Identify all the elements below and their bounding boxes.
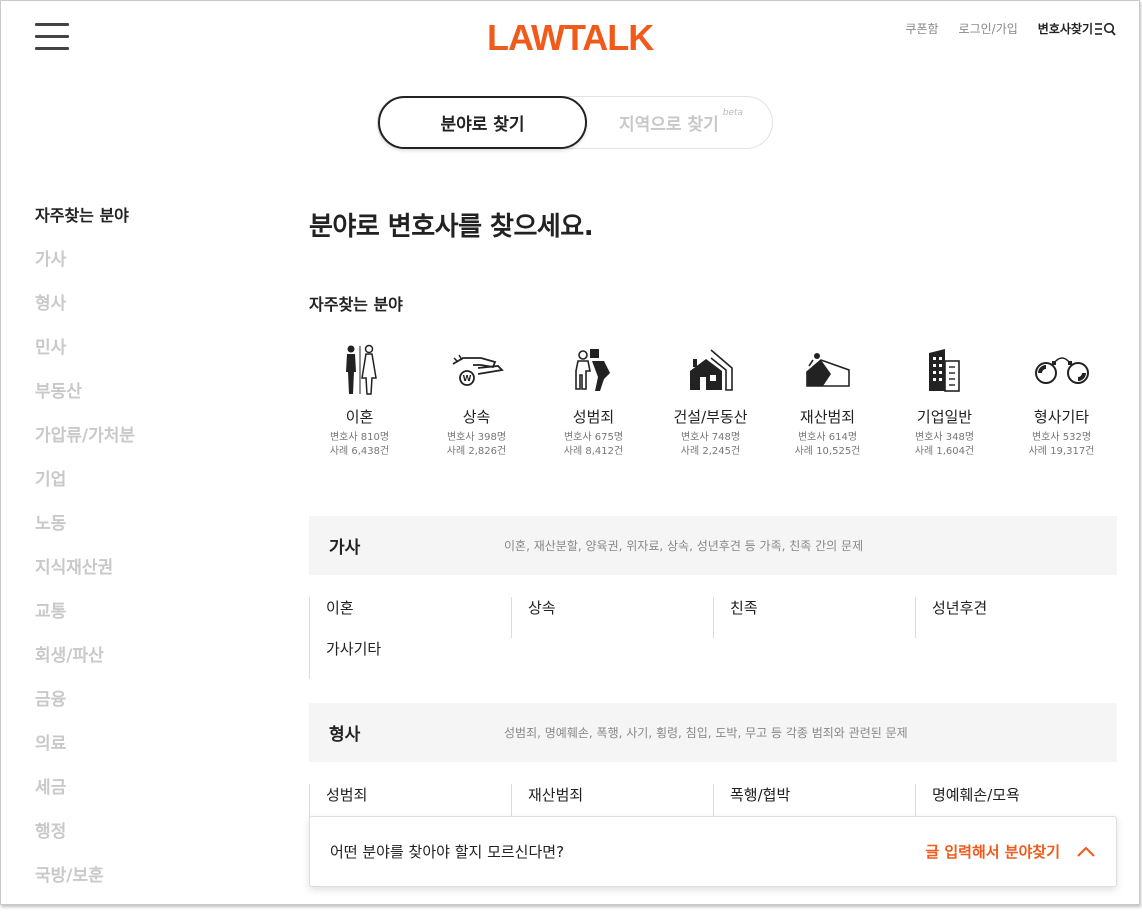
subcategory-family-etc[interactable]: 가사기타 <box>309 638 511 679</box>
region-search-label: 지역으로 찾기 <box>618 115 719 135</box>
frequent-item-corporate[interactable]: 기업일반 변호사 348명 사례 1,604건 <box>886 344 1003 459</box>
frequent-item-lawyers: 변호사 748명 <box>680 432 741 443</box>
frequent-item-property-crime[interactable]: 재산범죄 변호사 614명 사례 10,525건 <box>769 344 886 459</box>
sidebar-item-criminal[interactable]: 형사 <box>35 293 235 337</box>
sidebar-item-tax[interactable]: 세금 <box>35 777 235 821</box>
sidebar-item-corporate[interactable]: 기업 <box>35 469 235 513</box>
building-icon <box>915 344 975 396</box>
inheritance-icon: W <box>447 344 507 396</box>
find-lawyer-link[interactable]: 변호사찾기 <box>1038 20 1117 37</box>
frequent-item-cases: 사례 10,525건 <box>794 446 861 457</box>
beta-badge: beta <box>722 107 744 118</box>
menu-icon[interactable] <box>35 23 69 51</box>
chevron-up-icon <box>1077 846 1095 857</box>
frequent-item-name: 기업일반 <box>916 408 973 426</box>
handcuffs-icon <box>1032 344 1092 396</box>
frequent-item-lawyers: 변호사 348명 <box>914 432 975 443</box>
sidebar-item-civil[interactable]: 민사 <box>35 337 235 381</box>
search-list-icon <box>1095 22 1116 36</box>
frequent-item-sex-crime[interactable]: 성범죄 변호사 675명 사례 8,412건 <box>535 344 652 459</box>
frequent-fields: 이혼 변호사 810명 사례 6,438건 W 상속 변호사 398명 사례 2… <box>301 344 1121 459</box>
help-question: 어떤 분야를 찾아야 할지 모르신다면? <box>330 843 565 861</box>
property-crime-icon <box>798 344 858 396</box>
app-window: LAWTALK 쿠폰함 로그인/가입 변호사찾기 분야로 찾기 지역으로 찾기 … <box>0 0 1140 905</box>
sidebar-item-medical[interactable]: 의료 <box>35 733 235 777</box>
sidebar-item-family[interactable]: 가사 <box>35 249 235 293</box>
frequent-item-inheritance[interactable]: W 상속 변호사 398명 사례 2,826건 <box>418 344 535 459</box>
logo[interactable]: LAWTALK <box>487 17 654 59</box>
frequent-item-name: 재산범죄 <box>799 408 856 426</box>
frequent-item-construction[interactable]: 건설/부동산 변호사 748명 사례 2,245건 <box>652 344 769 459</box>
sidebar-item-ip[interactable]: 지식재산권 <box>35 557 235 601</box>
top-links: 쿠폰함 로그인/가입 변호사찾기 <box>905 20 1117 37</box>
region-search-tab[interactable]: 지역으로 찾기 beta <box>588 97 774 148</box>
frequent-item-divorce[interactable]: 이혼 변호사 810명 사례 6,438건 <box>301 344 418 459</box>
section-header-criminal[interactable]: 형사 성범죄, 명예훼손, 폭행, 사기, 횡령, 침입, 도박, 무고 등 각… <box>309 703 1117 762</box>
find-field-bar[interactable]: 어떤 분야를 찾아야 할지 모르신다면? 글 입력해서 분야찾기 <box>309 816 1117 887</box>
frequent-item-cases: 사례 1,604건 <box>914 446 975 457</box>
sidebar-item-defense[interactable]: 국방/보훈 <box>35 865 235 904</box>
divorce-icon <box>330 344 390 396</box>
section-title: 형사 <box>329 725 361 745</box>
subcategory-inheritance[interactable]: 상속 <box>511 597 713 638</box>
sidebar-item-frequent[interactable]: 자주찾는 분야 <box>35 205 235 249</box>
section-header-family[interactable]: 가사 이혼, 재산분할, 양육권, 위자료, 상속, 성년후견 등 가족, 친족… <box>309 516 1117 575</box>
section-description: 이혼, 재산분할, 양육권, 위자료, 상속, 성년후견 등 가족, 친족 간의… <box>504 539 864 553</box>
coupon-link[interactable]: 쿠폰함 <box>905 20 938 37</box>
svg-text:W: W <box>462 374 471 383</box>
subcategory-divorce[interactable]: 이혼 <box>309 597 511 638</box>
frequent-item-cases: 사례 2,826건 <box>446 446 507 457</box>
frequent-item-name: 성범죄 <box>572 408 615 426</box>
frequent-item-lawyers: 변호사 810명 <box>329 432 390 443</box>
sidebar-item-administrative[interactable]: 행정 <box>35 821 235 865</box>
sidebar-item-traffic[interactable]: 교통 <box>35 601 235 645</box>
subcategory-grid-family: 이혼 상속 친족 성년후견 가사기타 <box>309 597 1117 679</box>
frequent-item-lawyers: 변호사 398명 <box>446 432 507 443</box>
frequent-item-lawyers: 변호사 532명 <box>1031 432 1092 443</box>
frequent-item-cases: 사례 19,317건 <box>1028 446 1095 457</box>
frequent-item-cases: 사례 8,412건 <box>563 446 624 457</box>
frequent-item-criminal-etc[interactable]: 형사기타 변호사 532명 사례 19,317건 <box>1003 344 1120 459</box>
house-icon <box>681 344 741 396</box>
sidebar-item-real-estate[interactable]: 부동산 <box>35 381 235 425</box>
frequent-item-name: 이혼 <box>345 408 374 426</box>
frequent-item-name: 건설/부동산 <box>673 408 748 426</box>
search-mode-toggle: 분야로 찾기 지역으로 찾기 beta <box>377 96 773 149</box>
frequent-section-title: 자주찾는 분야 <box>309 295 403 314</box>
subcategory-relatives[interactable]: 친족 <box>713 597 915 638</box>
field-search-tab[interactable]: 분야로 찾기 <box>378 96 587 149</box>
frequent-item-name: 형사기타 <box>1033 408 1090 426</box>
text-search-label: 글 입력해서 분야찾기 <box>925 843 1060 861</box>
frequent-item-name: 상속 <box>462 408 491 426</box>
frequent-item-lawyers: 변호사 614명 <box>797 432 858 443</box>
sidebar-item-finance[interactable]: 금융 <box>35 689 235 733</box>
subcategory-guardianship[interactable]: 성년후견 <box>915 597 1117 638</box>
frequent-item-lawyers: 변호사 675명 <box>563 432 624 443</box>
category-sidebar: 자주찾는 분야 가사 형사 민사 부동산 가압류/가처분 기업 노동 지식재산권… <box>35 205 235 904</box>
sex-crime-icon <box>564 344 624 396</box>
sidebar-item-labor[interactable]: 노동 <box>35 513 235 557</box>
frequent-item-cases: 사례 2,245건 <box>680 446 741 457</box>
section-description: 성범죄, 명예훼손, 폭행, 사기, 횡령, 침입, 도박, 무고 등 각종 범… <box>504 726 908 740</box>
text-search-button[interactable]: 글 입력해서 분야찾기 <box>925 841 1096 862</box>
sidebar-item-seizure[interactable]: 가압류/가처분 <box>35 425 235 469</box>
find-lawyer-label: 변호사찾기 <box>1037 22 1093 36</box>
frequent-item-cases: 사례 6,438건 <box>329 446 390 457</box>
section-title: 가사 <box>329 538 361 558</box>
sidebar-item-bankruptcy[interactable]: 회생/파산 <box>35 645 235 689</box>
page-title: 분야로 변호사를 찾으세요. <box>309 212 594 242</box>
login-link[interactable]: 로그인/가입 <box>959 20 1018 37</box>
